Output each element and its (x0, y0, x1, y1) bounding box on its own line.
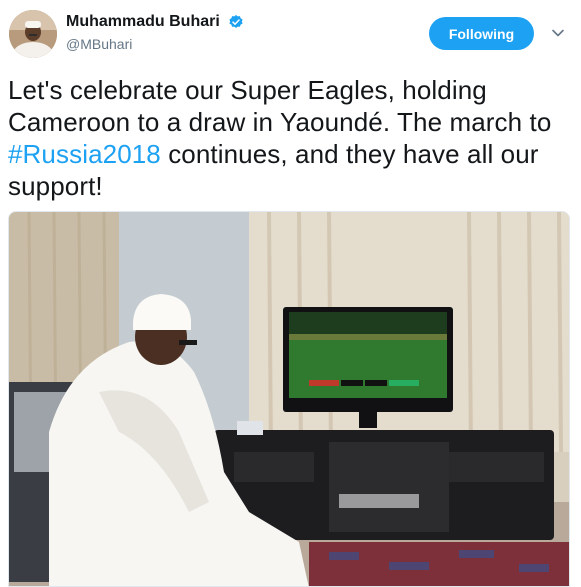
photo-scene (9, 212, 569, 586)
hashtag-link[interactable]: #Russia2018 (8, 139, 161, 169)
tweet-photo[interactable] (8, 211, 570, 587)
tweet-header: Muhammadu Buhari @MBuhari Following (0, 0, 581, 70)
tweet-text-part: Let's celebrate our Super Eagles, holdin… (8, 75, 552, 137)
author-block[interactable]: Muhammadu Buhari @MBuhari (66, 13, 244, 52)
chevron-down-icon[interactable] (551, 26, 565, 40)
tweet-text: Let's celebrate our Super Eagles, holdin… (8, 74, 568, 202)
avatar[interactable] (9, 10, 57, 58)
handle: @MBuhari (66, 36, 133, 53)
avatar-image (9, 10, 57, 58)
verified-icon (229, 15, 243, 28)
display-name[interactable]: Muhammadu Buhari (66, 13, 220, 31)
following-button[interactable]: Following (429, 17, 534, 50)
